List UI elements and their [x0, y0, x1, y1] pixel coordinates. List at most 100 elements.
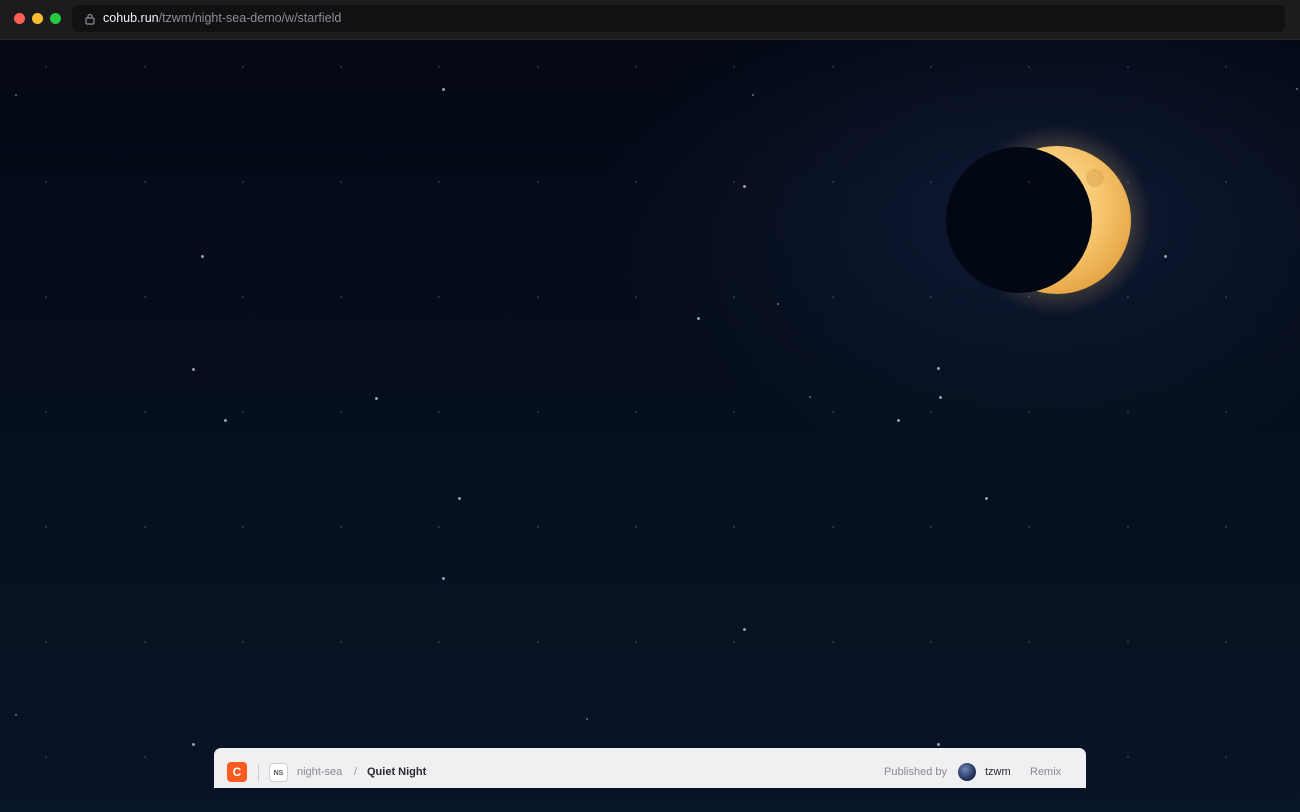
- lock-icon: [85, 13, 95, 25]
- maximize-window-button[interactable]: [50, 13, 61, 24]
- star-dim: [1028, 641, 1030, 643]
- star-dim: [340, 66, 342, 68]
- publish-toolbar: C NS night-sea / Quiet Night Published b…: [214, 748, 1086, 788]
- star-dim: [438, 181, 440, 183]
- star-dim: [1028, 411, 1030, 413]
- star-dim: [635, 296, 637, 298]
- star: [15, 714, 17, 716]
- author-name[interactable]: tzwm: [985, 766, 1011, 779]
- star-dim: [832, 641, 834, 643]
- star-dim: [242, 181, 244, 183]
- star-dim: [733, 296, 735, 298]
- star: [985, 497, 988, 500]
- star-dim: [1225, 66, 1227, 68]
- star-dim: [144, 756, 146, 758]
- star: [442, 88, 445, 91]
- star-dim: [832, 66, 834, 68]
- star-dim: [144, 181, 146, 183]
- star-dim: [733, 641, 735, 643]
- star-dim: [832, 526, 834, 528]
- star-dim: [930, 66, 932, 68]
- browser-titlebar: cohub.run/tzwm/night-sea-demo/w/starfiel…: [0, 0, 1300, 40]
- star-dim: [1225, 526, 1227, 528]
- star-dim: [242, 296, 244, 298]
- star-dim: [635, 66, 637, 68]
- star: [458, 497, 461, 500]
- breadcrumb-page-title[interactable]: Quiet Night: [367, 766, 426, 779]
- star-dim: [1225, 181, 1227, 183]
- star-dim: [1127, 66, 1129, 68]
- minimize-window-button[interactable]: [32, 13, 43, 24]
- star-dim: [1225, 756, 1227, 758]
- star-dim: [45, 296, 47, 298]
- star-dim: [438, 411, 440, 413]
- workspace-icon[interactable]: NS: [269, 763, 288, 782]
- star: [224, 419, 227, 422]
- starfield-canvas: [0, 40, 1300, 812]
- star-dim: [340, 411, 342, 413]
- star-dim: [45, 66, 47, 68]
- star-dim: [438, 296, 440, 298]
- star-dim: [242, 526, 244, 528]
- star-dim: [45, 526, 47, 528]
- moon-shadow: [946, 147, 1092, 293]
- star-dim: [45, 181, 47, 183]
- star-dim: [1127, 526, 1129, 528]
- star-dim: [733, 181, 735, 183]
- star-dim: [1127, 641, 1129, 643]
- star-dim: [340, 181, 342, 183]
- star: [1296, 88, 1298, 90]
- star: [192, 368, 195, 371]
- star-dim: [242, 411, 244, 413]
- address-bar[interactable]: cohub.run/tzwm/night-sea-demo/w/starfiel…: [72, 5, 1285, 32]
- star-dim: [733, 66, 735, 68]
- remix-button[interactable]: Remix: [1030, 766, 1061, 779]
- star-dim: [340, 641, 342, 643]
- star-dim: [438, 641, 440, 643]
- star-dim: [537, 526, 539, 528]
- star-dim: [1127, 756, 1129, 758]
- star-dim: [832, 296, 834, 298]
- star-dim: [537, 411, 539, 413]
- star-dim: [1225, 411, 1227, 413]
- published-by-label: Published by: [884, 766, 947, 778]
- star-dim: [45, 411, 47, 413]
- star-dim: [1028, 181, 1030, 183]
- star: [752, 94, 754, 96]
- close-window-button[interactable]: [14, 13, 25, 24]
- star-dim: [242, 641, 244, 643]
- star: [777, 303, 779, 305]
- star-dim: [144, 411, 146, 413]
- star-dim: [1225, 641, 1227, 643]
- star: [15, 94, 17, 96]
- star: [937, 743, 940, 746]
- star-dim: [537, 181, 539, 183]
- star-dim: [1028, 526, 1030, 528]
- star: [1164, 255, 1167, 258]
- star-dim: [635, 526, 637, 528]
- star-dim: [340, 526, 342, 528]
- star-dim: [930, 296, 932, 298]
- star: [697, 317, 700, 320]
- star-dim: [340, 296, 342, 298]
- star-dim: [438, 526, 440, 528]
- star: [375, 397, 378, 400]
- star-dim: [438, 66, 440, 68]
- url-host: cohub.run: [103, 11, 159, 25]
- star-dim: [832, 181, 834, 183]
- star-dim: [45, 756, 47, 758]
- star: [743, 185, 746, 188]
- star-dim: [832, 411, 834, 413]
- star: [442, 577, 445, 580]
- star-dim: [144, 641, 146, 643]
- star: [939, 396, 942, 399]
- star: [201, 255, 204, 258]
- star-dim: [1028, 66, 1030, 68]
- toolbar-divider: [258, 764, 259, 782]
- breadcrumb-workspace[interactable]: night-sea: [297, 766, 342, 779]
- star: [586, 718, 588, 720]
- star-dim: [45, 641, 47, 643]
- breadcrumb-separator: /: [354, 766, 358, 778]
- app-logo-icon[interactable]: C: [227, 762, 247, 782]
- author-avatar[interactable]: [958, 763, 976, 781]
